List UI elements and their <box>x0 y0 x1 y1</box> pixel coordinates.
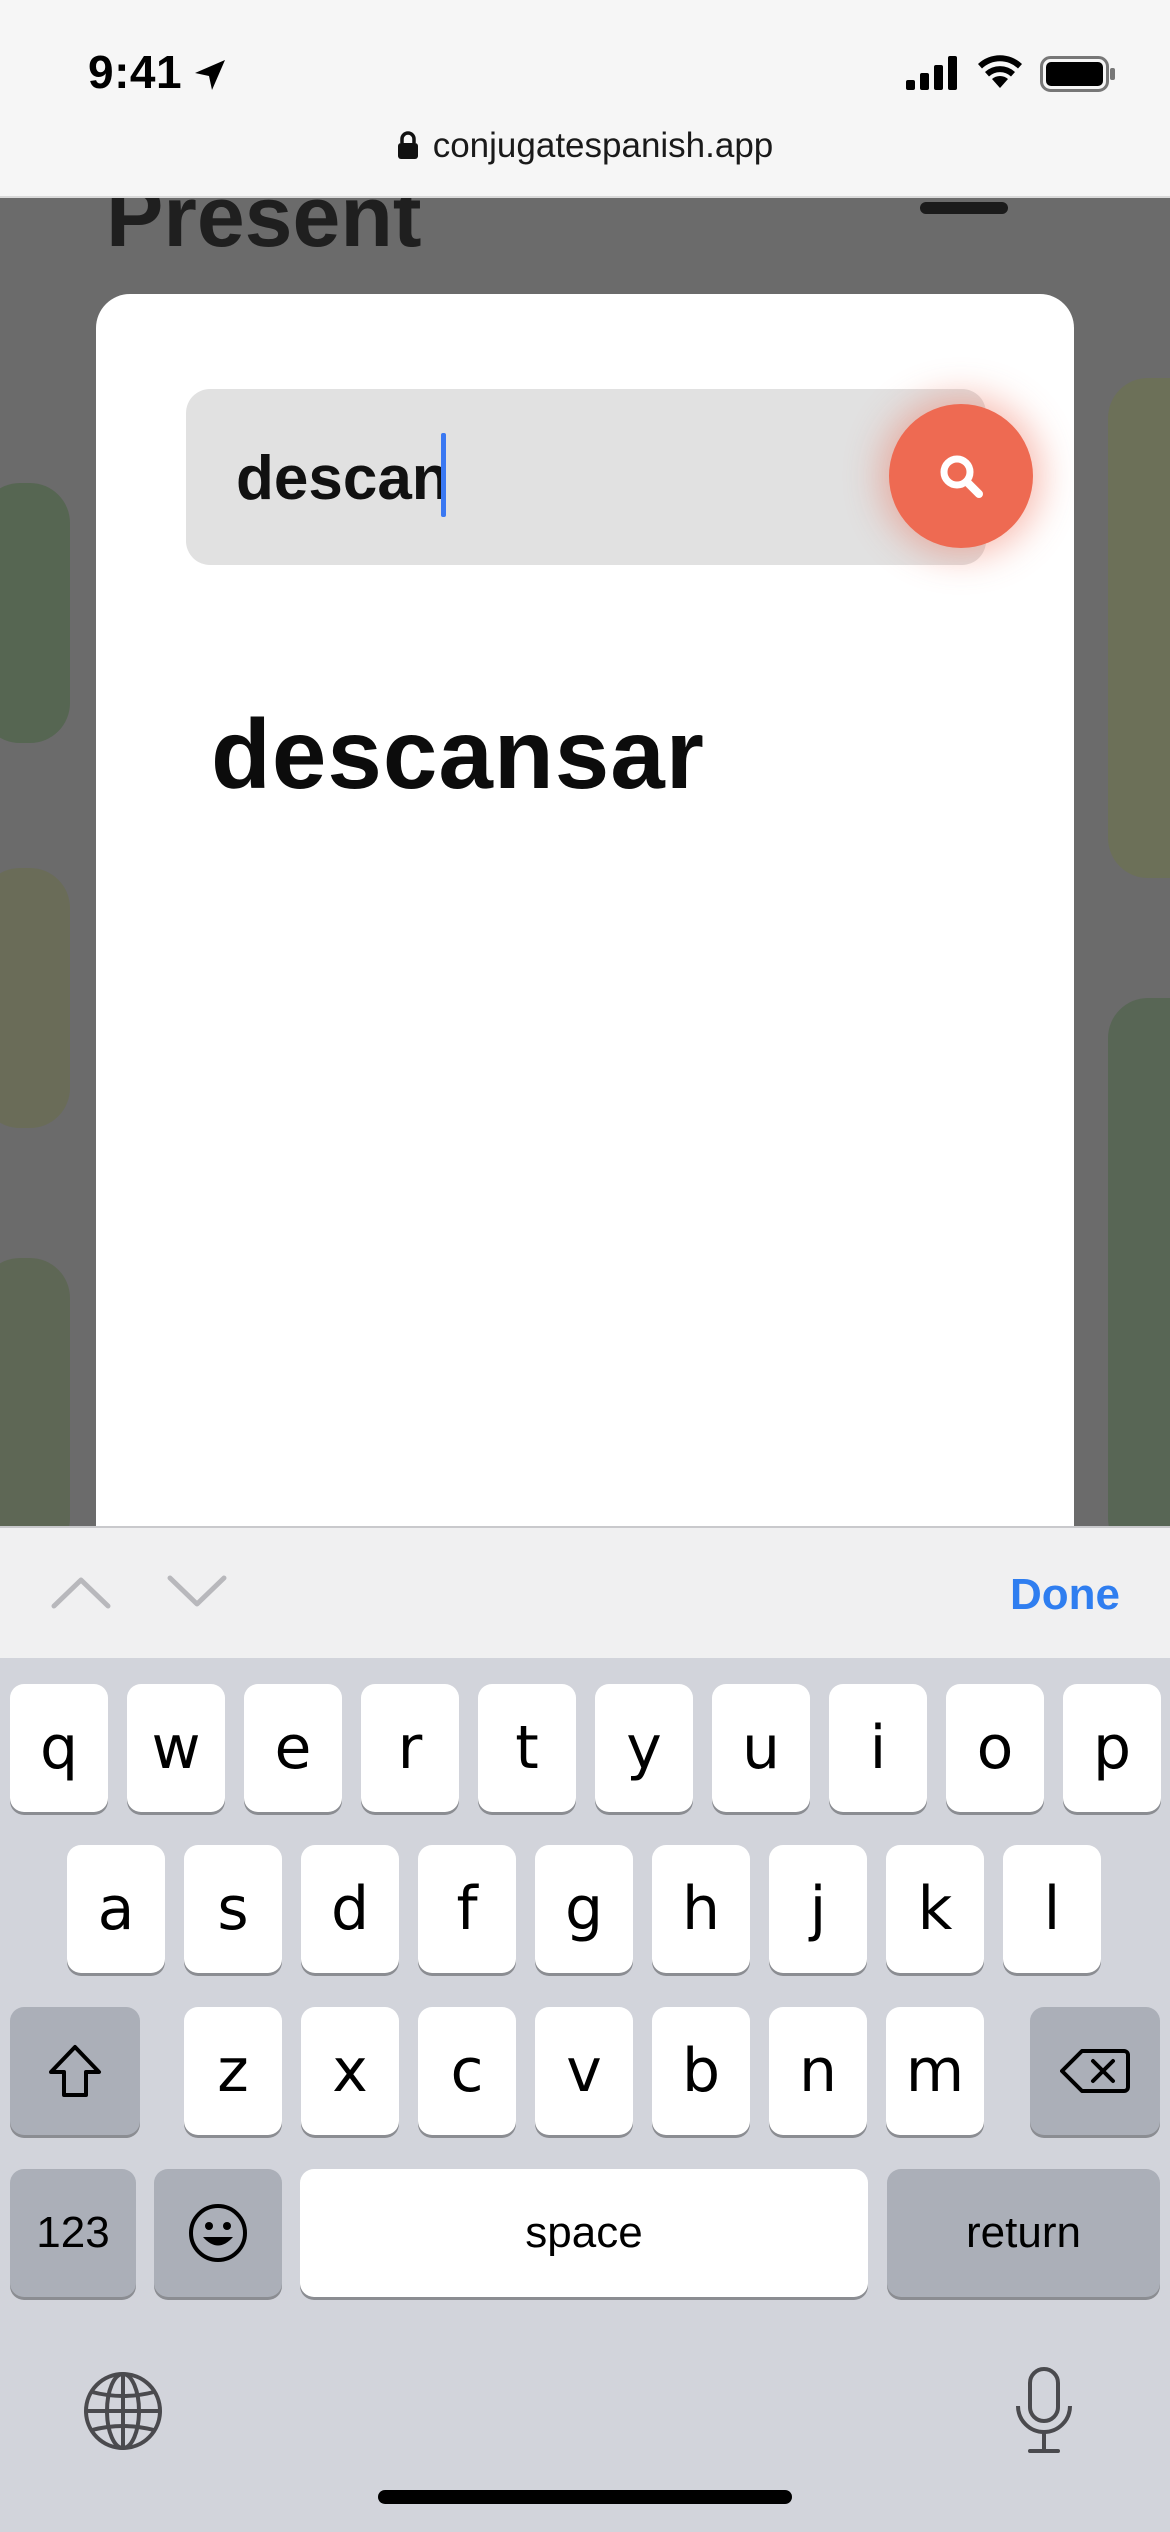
key-p[interactable]: p <box>1063 1684 1161 1812</box>
url-text: conjugatespanish.app <box>432 126 774 165</box>
status-time: 9:41 <box>88 46 183 98</box>
key-x[interactable]: x <box>301 2007 399 2135</box>
keyboard-accessory-bar: Done <box>0 1526 1170 1658</box>
location-arrow-icon <box>195 60 225 90</box>
key-o[interactable]: o <box>946 1684 1044 1812</box>
backspace-icon <box>1060 2049 1130 2093</box>
background-card <box>0 483 70 743</box>
key-a[interactable]: a <box>67 1845 165 1973</box>
on-screen-keyboard: q w e r t y u i o p a s d f g h j k l z … <box>0 1658 1170 2532</box>
key-k[interactable]: k <box>886 1845 984 1973</box>
key-e[interactable]: e <box>244 1684 342 1812</box>
background-card <box>0 868 70 1128</box>
key-f[interactable]: f <box>418 1845 516 1973</box>
search-modal: descan descansar <box>96 294 1074 1534</box>
lock-icon <box>397 131 418 159</box>
background-card <box>0 1258 70 1528</box>
key-n[interactable]: n <box>769 2007 867 2135</box>
menu-icon <box>920 202 1008 214</box>
address-bar[interactable]: conjugatespanish.app <box>0 126 1170 166</box>
key-d[interactable]: d <box>301 1845 399 1973</box>
emoji-icon <box>189 2204 247 2262</box>
numbers-key[interactable]: 123 <box>10 2169 136 2297</box>
battery-icon <box>1040 56 1115 92</box>
wifi-icon <box>978 55 1022 88</box>
key-r[interactable]: r <box>361 1684 459 1812</box>
key-i[interactable]: i <box>829 1684 927 1812</box>
text-cursor <box>441 433 446 517</box>
search-icon <box>940 455 983 498</box>
microphone-icon[interactable] <box>1012 2366 1076 2456</box>
delete-key[interactable] <box>1030 2007 1160 2135</box>
background-page-heading: Present <box>106 198 422 265</box>
chevron-up-icon[interactable] <box>50 1572 112 1612</box>
shift-icon <box>49 2045 101 2097</box>
chevron-down-icon[interactable] <box>166 1572 228 1612</box>
shift-key[interactable] <box>10 2007 140 2135</box>
key-z[interactable]: z <box>184 2007 282 2135</box>
key-q[interactable]: q <box>10 1684 108 1812</box>
background-card <box>1108 378 1170 878</box>
key-v[interactable]: v <box>535 2007 633 2135</box>
space-key[interactable]: space <box>300 2169 868 2297</box>
key-s[interactable]: s <box>184 1845 282 1973</box>
search-input[interactable]: descan <box>186 389 986 565</box>
search-button[interactable] <box>889 404 1033 548</box>
key-j[interactable]: j <box>769 1845 867 1973</box>
done-button[interactable]: Done <box>1010 1570 1120 1620</box>
key-y[interactable]: y <box>595 1684 693 1812</box>
key-m[interactable]: m <box>886 2007 984 2135</box>
cellular-signal-icon <box>906 56 957 90</box>
background-card <box>1108 998 1170 1528</box>
emoji-key[interactable] <box>154 2169 282 2297</box>
key-w[interactable]: w <box>127 1684 225 1812</box>
key-c[interactable]: c <box>418 2007 516 2135</box>
search-result-item[interactable]: descansar <box>211 698 705 811</box>
return-key[interactable]: return <box>887 2169 1160 2297</box>
home-indicator <box>378 2490 792 2504</box>
key-h[interactable]: h <box>652 1845 750 1973</box>
key-t[interactable]: t <box>478 1684 576 1812</box>
key-b[interactable]: b <box>652 2007 750 2135</box>
search-query-text: descan <box>236 444 450 513</box>
key-g[interactable]: g <box>535 1845 633 1973</box>
key-u[interactable]: u <box>712 1684 810 1812</box>
key-l[interactable]: l <box>1003 1845 1101 1973</box>
status-bar: 9:41 conjugatespanish.app <box>0 0 1170 198</box>
globe-icon[interactable] <box>82 2370 164 2452</box>
